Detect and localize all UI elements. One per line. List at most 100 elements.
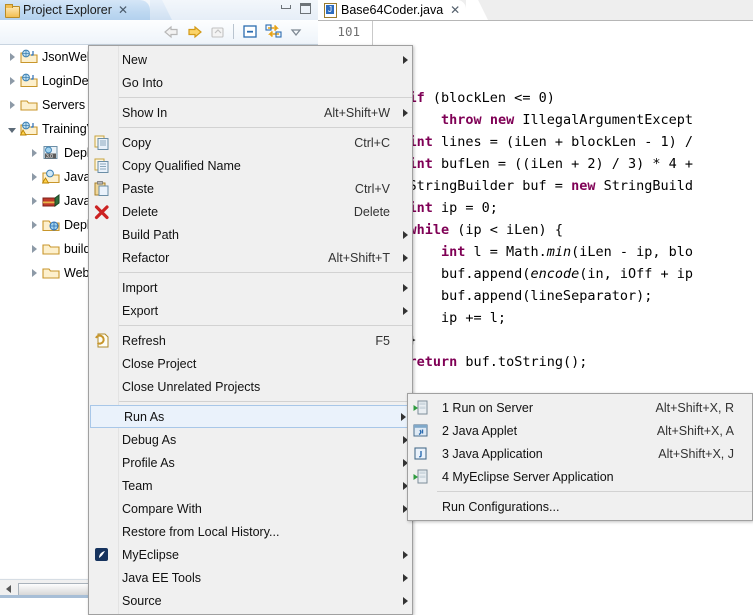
code-line: return buf.toString(); [408, 354, 588, 370]
menu-icon-placeholder [89, 376, 115, 398]
menu-icon-placeholder [89, 72, 115, 94]
submenu-item-label: 2 Java Applet [442, 423, 518, 438]
java-resources-icon [41, 169, 60, 185]
submenu-arrow-icon [398, 284, 412, 292]
menu-item-myeclipse[interactable]: MyEclipse [89, 543, 412, 566]
menu-item-restore-from-local-history[interactable]: Restore from Local History... [89, 520, 412, 543]
menu-item-delete[interactable]: Delete Delete [89, 200, 412, 223]
collapse-all-icon[interactable] [240, 22, 260, 41]
menu-item-label: New [122, 52, 148, 67]
menu-separator [118, 325, 412, 326]
submenu-separator [437, 491, 752, 492]
menu-separator [118, 97, 412, 98]
maximize-icon[interactable] [299, 2, 312, 15]
menu-item-compare-with[interactable]: Compare With [89, 497, 412, 520]
tab-base64coder-java[interactable]: J Base64Coder.java ✕ [318, 0, 466, 20]
back-icon[interactable] [161, 22, 181, 41]
menu-item-label: Close Unrelated Projects [122, 379, 261, 394]
code-line: if (blockLen <= 0) [408, 90, 555, 106]
expand-arrow-icon[interactable] [6, 99, 18, 111]
context-menu[interactable]: New Go Into Show In Alt+Shift+W Copy Ctrl+C Co… [88, 45, 413, 615]
javascript-resources-icon [42, 193, 60, 209]
menu-item-team[interactable]: Team [89, 474, 412, 497]
tab-project-explorer[interactable]: Project Explorer ✕ [0, 0, 150, 20]
menu-item-label: Copy Qualified Name [122, 158, 241, 173]
project-explorer-toolbar [0, 20, 318, 45]
code-line: int l = Math.min(iLen - ip, blo [441, 244, 694, 260]
collapse-arrow-icon[interactable] [6, 123, 18, 135]
minimize-icon[interactable] [280, 2, 293, 15]
menu-icon-placeholder [89, 49, 115, 71]
close-icon[interactable]: ✕ [450, 3, 460, 17]
menu-item-close-unrelated-projects[interactable]: Close Unrelated Projects [89, 375, 412, 398]
menu-item-profile-as[interactable]: Profile As [89, 451, 412, 474]
myeclipse-server-icon [408, 466, 434, 488]
menu-item-export[interactable]: Export [89, 299, 412, 322]
code-line: throw new IllegalArgumentExcept [441, 112, 694, 128]
menu-item-refresh[interactable]: Refresh F5 [89, 329, 412, 352]
expand-arrow-icon[interactable] [6, 75, 18, 87]
menu-item-build-path[interactable]: Build Path [89, 223, 412, 246]
submenu-item-shortcut: Alt+Shift+X, R [655, 400, 734, 415]
expand-arrow-icon[interactable] [28, 195, 40, 207]
copy-qualified-name-icon [89, 155, 115, 177]
scroll-left-icon[interactable] [2, 583, 14, 595]
menu-icon-placeholder [89, 498, 115, 520]
submenu-item-1-run-on-server[interactable]: 1 Run on Server Alt+Shift+X, R [408, 396, 752, 419]
view-menu-icon[interactable] [286, 22, 306, 41]
menu-item-show-in[interactable]: Show In Alt+Shift+W [89, 101, 412, 124]
menu-item-label: Source [122, 593, 162, 608]
menu-item-refactor[interactable]: Refactor Alt+Shift+T [89, 246, 412, 269]
paste-icon [89, 178, 115, 200]
expand-arrow-icon[interactable] [6, 51, 18, 63]
menu-separator [118, 272, 412, 273]
menu-item-label: Java EE Tools [122, 570, 201, 585]
expand-arrow-icon[interactable] [28, 243, 40, 255]
submenu-item-4-myeclipse-server-application[interactable]: 4 MyEclipse Server Application [408, 465, 752, 488]
menu-item-close-project[interactable]: Close Project [89, 352, 412, 375]
forward-icon[interactable] [184, 22, 204, 41]
expand-arrow-icon[interactable] [28, 267, 40, 279]
copy-icon [89, 132, 115, 154]
tab-curve [150, 0, 172, 20]
menu-item-new[interactable]: New [89, 48, 412, 71]
code-line: StringBuilder buf = new StringBuild [376, 178, 694, 194]
toolbar-separator [233, 24, 234, 39]
menu-item-label: Team [122, 478, 153, 493]
run-as-submenu[interactable]: 1 Run on Server Alt+Shift+X, R 2 Java Appl… [407, 393, 753, 521]
java-applet-icon [408, 420, 434, 442]
menu-item-paste[interactable]: Paste Ctrl+V [89, 177, 412, 200]
up-icon[interactable] [207, 22, 227, 41]
folder-icon [42, 241, 60, 257]
menu-icon-placeholder [89, 429, 115, 451]
link-with-editor-icon[interactable] [263, 22, 283, 41]
code-line: buf.append(encode(in, iOff + ip [376, 266, 694, 282]
code-line: int ip = 0; [408, 200, 498, 216]
menu-icon-placeholder [89, 224, 115, 246]
project-explorer-tabstrip: Project Explorer ✕ [0, 0, 318, 20]
expand-arrow-icon[interactable] [28, 171, 40, 183]
menu-icon-placeholder [89, 353, 115, 375]
submenu-item-3-java-application[interactable]: 3 Java Application Alt+Shift+X, J [408, 442, 752, 465]
close-icon[interactable]: ✕ [118, 4, 128, 16]
submenu-item-2-java-applet[interactable]: 2 Java Applet Alt+Shift+X, A [408, 419, 752, 442]
expand-arrow-icon[interactable] [28, 219, 40, 231]
expand-arrow-icon[interactable] [28, 147, 40, 159]
menu-item-import[interactable]: Import [89, 276, 412, 299]
menu-item-label: Debug As [122, 432, 177, 447]
menu-item-debug-as[interactable]: Debug As [89, 428, 412, 451]
menu-item-label: Compare With [122, 501, 202, 516]
deployment-descriptor-icon: 3.0 [42, 145, 60, 161]
menu-item-source[interactable]: Source [89, 589, 412, 612]
submenu-item-run-configurations[interactable]: Run Configurations... [408, 495, 752, 518]
menu-item-java-ee-tools[interactable]: Java EE Tools [89, 566, 412, 589]
menu-item-run-as[interactable]: Run As [90, 405, 411, 428]
code-line: buf.append(lineSeparator); [376, 288, 653, 304]
menu-item-copy[interactable]: Copy Ctrl+C [89, 131, 412, 154]
menu-item-go-into[interactable]: Go Into [89, 71, 412, 94]
folder-icon [42, 265, 60, 281]
code-line: while (ip < iLen) { [408, 222, 563, 238]
submenu-item-shortcut: Alt+Shift+X, A [656, 423, 734, 438]
menu-item-label: Paste [122, 181, 154, 196]
menu-item-copy-qualified-name[interactable]: Copy Qualified Name [89, 154, 412, 177]
